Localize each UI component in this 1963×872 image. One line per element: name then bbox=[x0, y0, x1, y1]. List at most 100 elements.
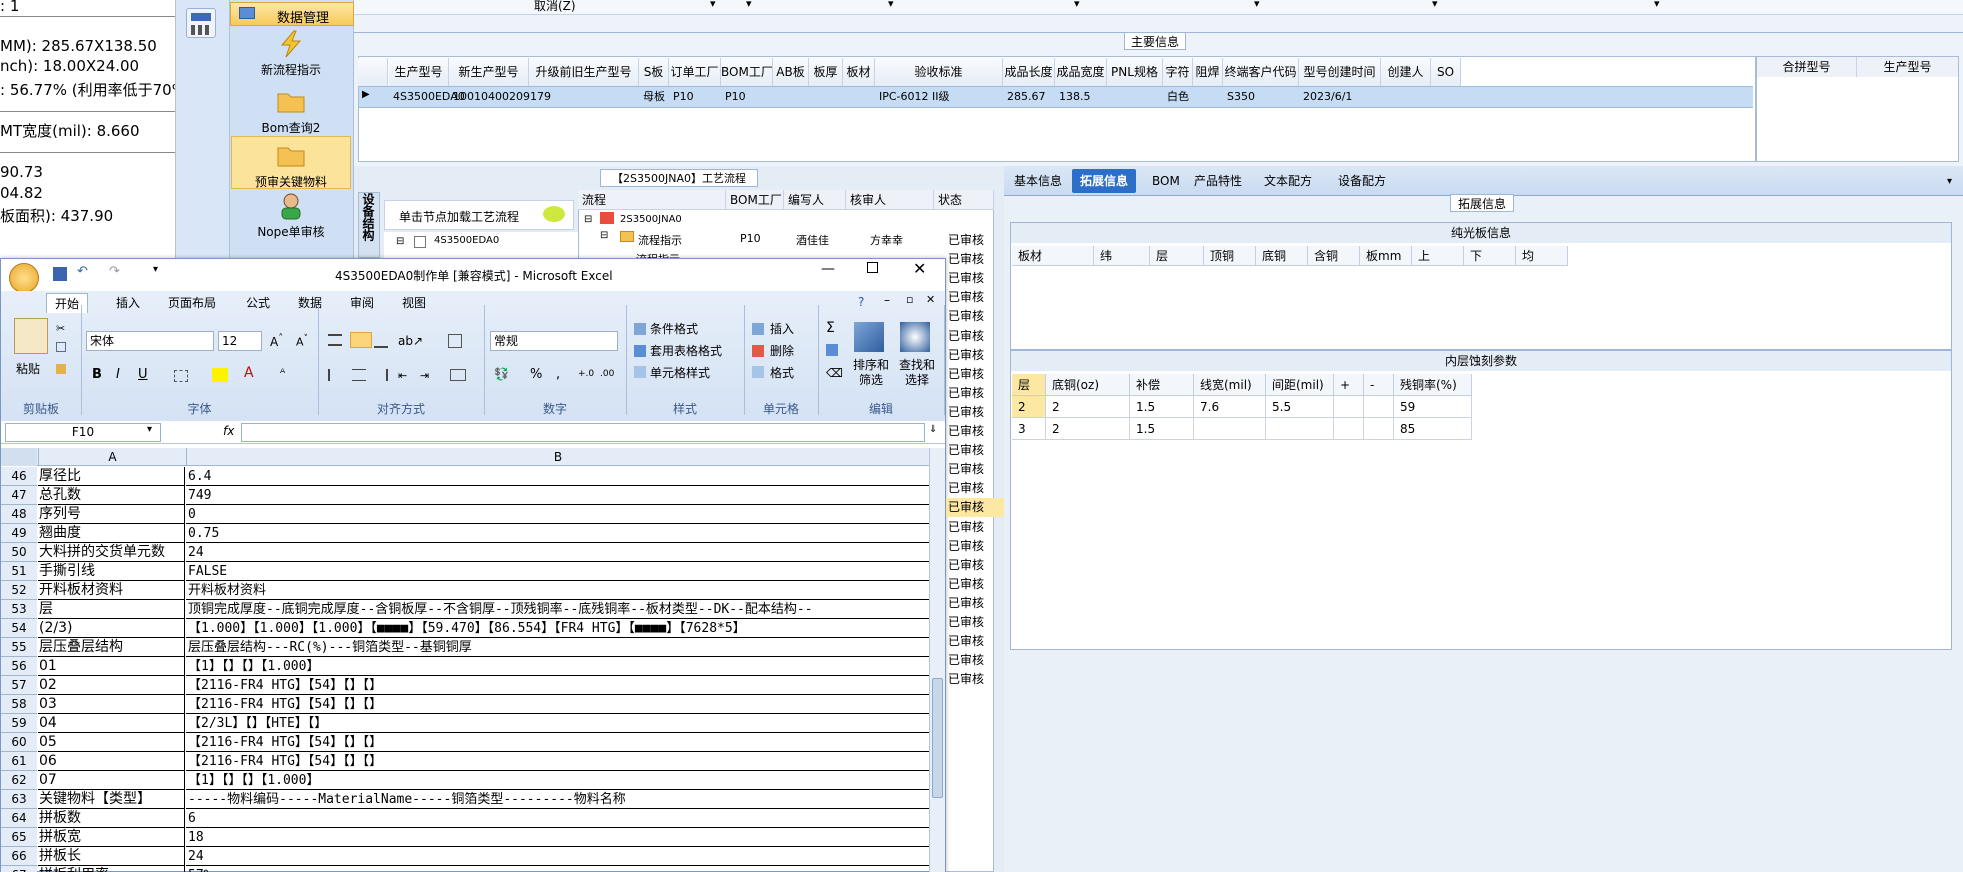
cell-a[interactable]: 大料拼的交货单元数 bbox=[38, 543, 185, 562]
cell-a[interactable]: 04 bbox=[38, 714, 185, 733]
increase-decimal-icon[interactable]: +.0 bbox=[578, 369, 594, 379]
col-header[interactable]: 编写人 bbox=[784, 190, 846, 210]
chevron-down-icon[interactable]: ▾ bbox=[710, 0, 716, 10]
save-icon[interactable] bbox=[53, 267, 67, 281]
row-header[interactable]: 46 bbox=[1, 467, 37, 486]
percent-icon[interactable]: % bbox=[530, 367, 542, 382]
paste-icon[interactable] bbox=[14, 318, 48, 354]
clear-icon[interactable]: ⌫ bbox=[826, 366, 843, 380]
cell-a[interactable]: 07 bbox=[38, 771, 185, 790]
col-header[interactable]: 间距(mil) bbox=[1266, 374, 1334, 396]
delete-button[interactable]: 删除 bbox=[770, 341, 794, 361]
number-format-select[interactable]: 常规 bbox=[490, 331, 618, 351]
cell-b[interactable]: 6 bbox=[186, 809, 929, 828]
col-header[interactable]: 状态 bbox=[934, 190, 994, 210]
cell-a[interactable]: 拼板宽 bbox=[38, 828, 185, 847]
col-header[interactable]: 合拼型号 bbox=[1757, 57, 1857, 77]
delete-icon[interactable] bbox=[752, 345, 764, 357]
col-header[interactable]: 新生产型号 bbox=[449, 58, 529, 86]
col-header[interactable]: 残铜率(%) bbox=[1394, 374, 1472, 396]
cell-b[interactable]: 18 bbox=[186, 828, 929, 847]
find-select-icon[interactable] bbox=[900, 322, 930, 352]
cell-a[interactable]: 关键物料【类型】 bbox=[38, 790, 185, 809]
format-icon[interactable] bbox=[752, 366, 764, 378]
chevron-down-icon[interactable]: ▾ bbox=[1074, 0, 1080, 10]
row-header[interactable]: 61 bbox=[1, 752, 37, 771]
col-header[interactable]: S板 bbox=[639, 58, 669, 86]
cell-b[interactable]: 57% bbox=[186, 866, 929, 872]
expand-formula-icon[interactable]: ⇓ bbox=[929, 424, 937, 435]
row-header[interactable]: 48 bbox=[1, 505, 37, 524]
chevron-down-icon[interactable]: ▾ bbox=[1654, 0, 1660, 10]
row-header[interactable]: 66 bbox=[1, 847, 37, 866]
fill-icon[interactable] bbox=[826, 344, 838, 356]
align-middle-icon[interactable] bbox=[350, 332, 372, 348]
chevron-down-icon[interactable]: ▾ bbox=[1254, 0, 1260, 10]
col-header[interactable]: 订单工厂 bbox=[669, 58, 721, 86]
comma-icon[interactable]: , bbox=[556, 367, 560, 382]
wrap-text-icon[interactable] bbox=[448, 334, 462, 348]
cell-a[interactable]: 拼板长 bbox=[38, 847, 185, 866]
row-header[interactable]: 57 bbox=[1, 676, 37, 695]
cell-a[interactable]: 03 bbox=[38, 695, 185, 714]
col-header[interactable]: 底铜(oz) bbox=[1046, 374, 1130, 396]
chevron-down-icon[interactable]: ▾ bbox=[1947, 176, 1952, 187]
side-tab-label[interactable]: 设备结构 bbox=[358, 192, 380, 258]
cell-a[interactable]: (2/3) bbox=[38, 619, 185, 638]
tab-1[interactable]: 拓展信息 bbox=[1072, 169, 1137, 193]
tab-4[interactable]: 文本配方 bbox=[1256, 169, 1320, 193]
nav-item-nope-review[interactable]: Nope单审核 bbox=[232, 192, 350, 240]
col-header[interactable]: + bbox=[1334, 374, 1364, 396]
cell-a[interactable]: 05 bbox=[38, 733, 185, 752]
minimize-icon[interactable]: — bbox=[821, 261, 835, 277]
cell-b[interactable]: 0.75 bbox=[186, 524, 929, 543]
cell-a[interactable]: 厚径比 bbox=[38, 467, 185, 486]
col-header[interactable]: 板厚 bbox=[809, 58, 843, 86]
column-header-a[interactable]: A bbox=[38, 448, 186, 466]
col-header[interactable]: 纬 bbox=[1094, 246, 1150, 266]
align-right-icon[interactable] bbox=[374, 369, 388, 381]
help-icon[interactable]: ? bbox=[858, 295, 864, 309]
shrink-font-icon[interactable]: A˅ bbox=[296, 333, 308, 349]
tree-node-label[interactable]: 流程指示 bbox=[638, 232, 682, 248]
col-header[interactable]: 均 bbox=[1516, 246, 1568, 266]
row-header[interactable]: 62 bbox=[1, 771, 37, 790]
cell-a[interactable]: 开料板材资料 bbox=[38, 581, 185, 600]
cell-b[interactable]: 开料板材资料 bbox=[186, 581, 929, 600]
underline-icon[interactable]: U bbox=[138, 367, 148, 382]
col-header[interactable]: 成品宽度 bbox=[1055, 58, 1107, 86]
cell-a[interactable]: 序列号 bbox=[38, 505, 185, 524]
ribbon-tab-6[interactable]: 视图 bbox=[394, 293, 434, 313]
sort-filter-icon[interactable] bbox=[854, 322, 884, 352]
col-header[interactable]: - bbox=[1364, 374, 1394, 396]
col-header[interactable]: 流程 bbox=[578, 190, 726, 210]
col-header[interactable]: 含铜 bbox=[1308, 246, 1360, 266]
cell-b[interactable]: 【1】【】【】【1.000】 bbox=[186, 771, 929, 790]
tab-3[interactable]: 产品特性 bbox=[1186, 169, 1250, 193]
ribbon-close-icon[interactable]: ✕ bbox=[926, 293, 935, 306]
cell-a[interactable]: 手撕引线 bbox=[38, 562, 185, 581]
col-header[interactable]: PNL规格 bbox=[1107, 58, 1163, 86]
cell-style-button[interactable]: 单元格样式 bbox=[650, 363, 710, 383]
row-header[interactable]: 53 bbox=[1, 600, 37, 619]
undo-icon[interactable]: ↶ bbox=[77, 264, 88, 279]
merge-center-icon[interactable] bbox=[450, 369, 466, 381]
insert-icon[interactable] bbox=[752, 323, 764, 335]
nav-item-bom-query[interactable]: Bom查询2 bbox=[232, 88, 350, 136]
ribbon-tab-1[interactable]: 插入 bbox=[108, 293, 148, 313]
font-size-select[interactable]: 12 bbox=[218, 331, 262, 351]
sort-filter-button[interactable]: 排序和筛选 bbox=[848, 358, 894, 388]
col-header[interactable]: 核审人 bbox=[846, 190, 934, 210]
ribbon-tab-3[interactable]: 公式 bbox=[238, 293, 278, 313]
col-header[interactable]: 补偿 bbox=[1130, 374, 1194, 396]
row-header[interactable]: 56 bbox=[1, 657, 37, 676]
chevron-down-icon[interactable]: ▾ bbox=[1432, 0, 1438, 10]
row-header[interactable]: 59 bbox=[1, 714, 37, 733]
row-header[interactable]: 65 bbox=[1, 828, 37, 847]
orientation-icon[interactable]: ab↗ bbox=[398, 334, 423, 348]
checkbox[interactable] bbox=[414, 236, 426, 248]
col-header[interactable]: 终端客户代码 bbox=[1223, 58, 1299, 86]
font-name-select[interactable]: 宋体 bbox=[86, 331, 214, 351]
table-format-button[interactable]: 套用表格格式 bbox=[650, 341, 722, 361]
col-header[interactable]: 验收标准 bbox=[875, 58, 1003, 86]
